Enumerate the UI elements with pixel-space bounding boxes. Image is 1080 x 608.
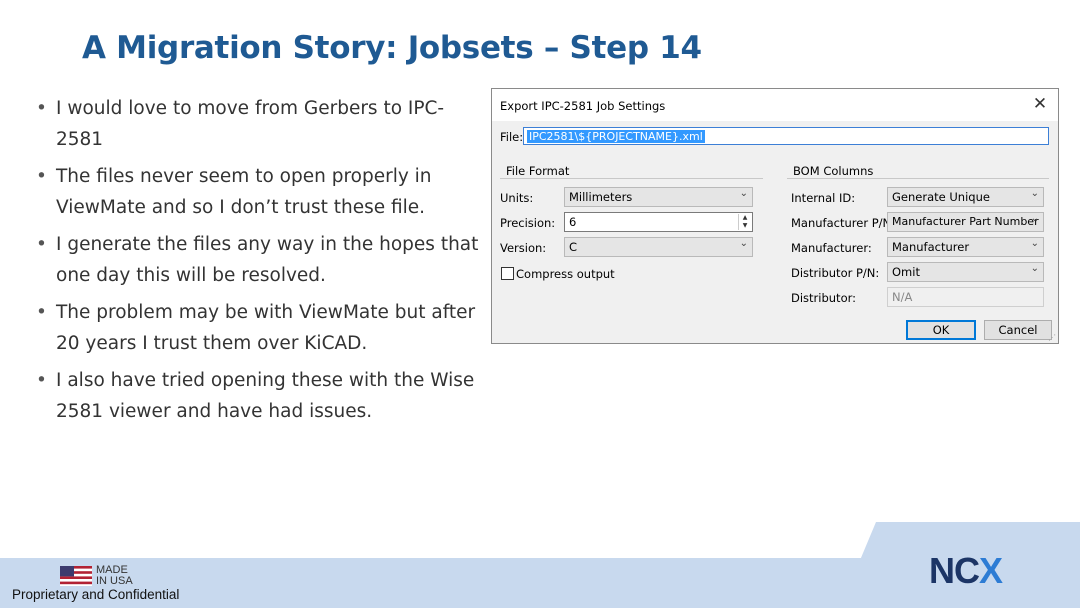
- export-ipc2581-dialog: Export IPC-2581 Job Settings ✕ File: IPC…: [491, 88, 1059, 344]
- bom-columns-heading: BOM Columns: [793, 164, 874, 178]
- chevron-down-icon: ⌄: [739, 238, 748, 249]
- compress-output-label[interactable]: Compress output: [516, 267, 615, 281]
- units-label: Units:: [500, 191, 534, 205]
- chevron-down-icon: ⌄: [739, 188, 748, 199]
- bullet-dot: •: [36, 370, 47, 391]
- distributor-pn-label: Distributor P/N:: [791, 266, 880, 280]
- cancel-button[interactable]: Cancel: [984, 320, 1052, 340]
- manufacturer-pn-label: Manufacturer P/N:: [791, 216, 895, 230]
- manufacturer-pn-select[interactable]: Manufacturer Part Number ⌄: [887, 212, 1044, 232]
- bullet-item: • I generate the files any way in the hop…: [36, 229, 481, 291]
- bullet-item: • The files never seem to open properly i…: [36, 161, 481, 223]
- bullet-item: • I also have tried opening these with th…: [36, 365, 481, 427]
- ok-button[interactable]: OK: [906, 320, 976, 340]
- slide-title: A Migration Story: Jobsets – Step 14: [82, 30, 702, 66]
- compress-output-checkbox[interactable]: [501, 267, 514, 280]
- ncx-logo: NCX: [929, 550, 1003, 591]
- confidential-notice: Proprietary and Confidential: [12, 587, 180, 602]
- bullet-dot: •: [36, 166, 47, 187]
- distributor-pn-select[interactable]: Omit ⌄: [887, 262, 1044, 282]
- us-flag-icon: [60, 566, 92, 586]
- bullet-list: • I would love to move from Gerbers to IP…: [36, 93, 481, 433]
- file-path-text: IPC2581\${PROJECTNAME}.xml: [527, 130, 705, 143]
- internal-id-select[interactable]: Generate Unique ⌄: [887, 187, 1044, 207]
- bullet-dot: •: [36, 234, 47, 255]
- bullet-dot: •: [36, 98, 47, 119]
- spin-arrows-icon[interactable]: ▲ ▼: [738, 214, 751, 230]
- file-path-input[interactable]: IPC2581\${PROJECTNAME}.xml: [523, 127, 1049, 145]
- chevron-down-icon: ⌄: [1030, 213, 1039, 224]
- chevron-down-icon: ⌄: [1030, 263, 1039, 274]
- version-select[interactable]: C ⌄: [564, 237, 753, 257]
- bom-columns-divider: [787, 178, 1049, 179]
- chevron-down-icon: ⌄: [1030, 238, 1039, 249]
- manufacturer-label: Manufacturer:: [791, 241, 872, 255]
- dialog-title: Export IPC-2581 Job Settings: [500, 99, 666, 113]
- bullet-dot: •: [36, 302, 47, 323]
- close-icon[interactable]: ✕: [1030, 94, 1050, 114]
- internal-id-label: Internal ID:: [791, 191, 856, 205]
- file-format-divider: [500, 178, 763, 179]
- chevron-down-icon: ⌄: [1030, 188, 1039, 199]
- bullet-item: • I would love to move from Gerbers to IP…: [36, 93, 481, 155]
- version-label: Version:: [500, 241, 547, 255]
- units-select[interactable]: Millimeters ⌄: [564, 187, 753, 207]
- distributor-field: N/A: [887, 287, 1044, 307]
- made-in-usa-text: MADE IN USA: [96, 564, 133, 587]
- precision-spinner[interactable]: 6 ▲ ▼: [564, 212, 753, 232]
- resize-grip-icon[interactable]: ⋰: [1048, 333, 1056, 342]
- precision-label: Precision:: [500, 216, 556, 230]
- manufacturer-select[interactable]: Manufacturer ⌄: [887, 237, 1044, 257]
- dialog-titlebar[interactable]: Export IPC-2581 Job Settings ✕: [492, 89, 1058, 121]
- bullet-item: • The problem may be with ViewMate but af…: [36, 297, 481, 359]
- file-format-heading: File Format: [506, 164, 570, 178]
- file-label: File:: [500, 130, 524, 144]
- distributor-label: Distributor:: [791, 291, 857, 305]
